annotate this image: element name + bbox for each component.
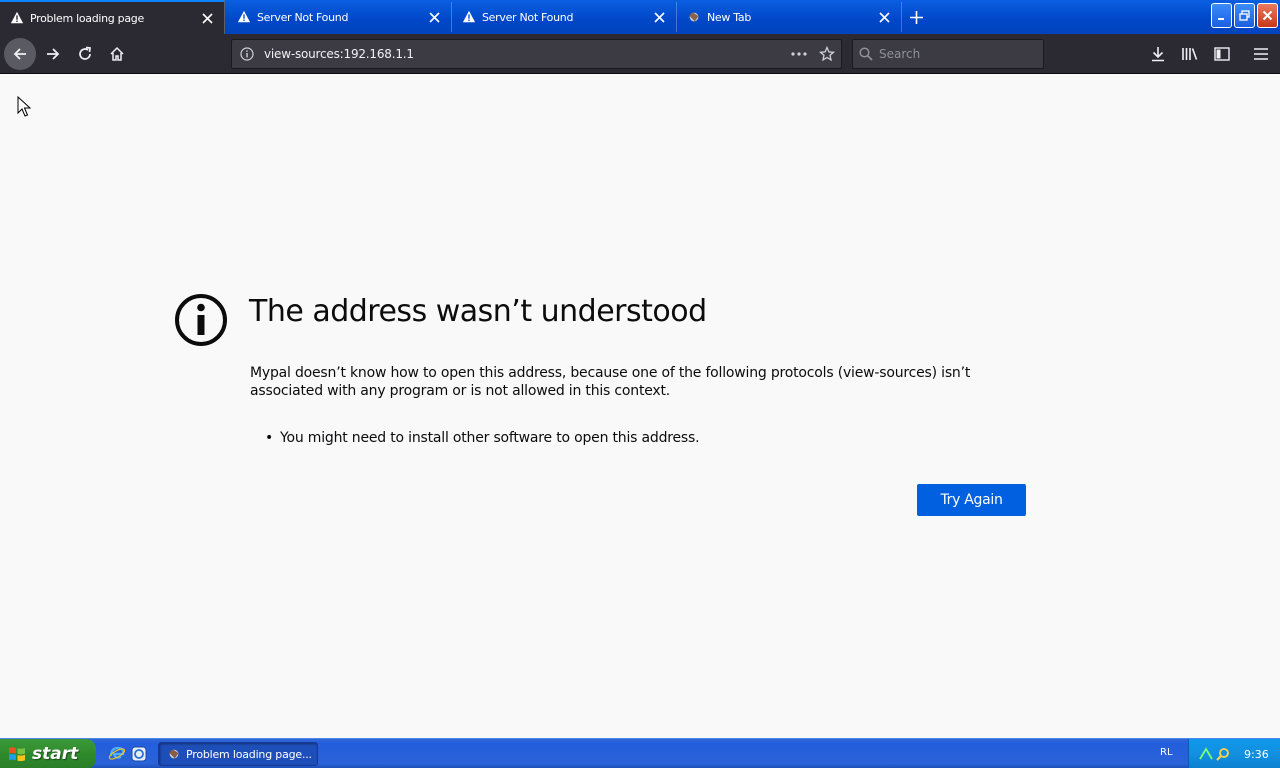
tab-label: Server Not Found xyxy=(257,10,349,24)
tab-label: Problem loading page xyxy=(30,11,144,25)
menu-button[interactable] xyxy=(1245,38,1277,70)
tab-server-not-found-1[interactable]: Server Not Found xyxy=(227,2,452,32)
hamburger-menu-icon xyxy=(1254,48,1268,60)
sidebar-button[interactable] xyxy=(1206,38,1238,70)
taskbar: start Problem loading page... RL 9:36 xyxy=(0,738,1280,768)
reload-icon xyxy=(79,46,91,60)
start-button[interactable]: start xyxy=(0,739,96,768)
close-tab-icon[interactable] xyxy=(200,11,214,25)
error-title: The address wasn’t understood xyxy=(249,294,707,329)
tab-new-tab[interactable]: New Tab xyxy=(677,2,902,32)
browser-logo-icon xyxy=(168,749,179,759)
home-icon xyxy=(110,46,124,61)
url-bar[interactable]: view-sources:192.168.1.1 xyxy=(231,39,842,69)
close-tab-icon[interactable] xyxy=(652,10,666,24)
home-button[interactable] xyxy=(101,38,133,70)
url-text[interactable]: view-sources:192.168.1.1 xyxy=(262,47,785,61)
try-again-button[interactable]: Try Again xyxy=(917,484,1026,516)
search-bar[interactable] xyxy=(852,39,1044,69)
tab-server-not-found-2[interactable]: Server Not Found xyxy=(452,2,677,32)
library-icon xyxy=(1182,48,1198,60)
tab-strip: Problem loading page Server Not Found Se… xyxy=(0,0,1280,34)
tab-label: Server Not Found xyxy=(482,10,574,24)
search-input[interactable] xyxy=(879,47,1039,61)
reload-button[interactable] xyxy=(69,38,101,70)
forward-arrow-icon xyxy=(47,48,60,60)
network-icon[interactable] xyxy=(1199,747,1213,761)
suggestion-item: You might need to install other software… xyxy=(265,430,700,446)
info-icon xyxy=(175,294,227,346)
warning-icon xyxy=(237,10,251,23)
tab-label: New Tab xyxy=(707,10,752,24)
mouse-cursor-icon xyxy=(17,96,31,117)
browser-quicklaunch-icon[interactable] xyxy=(130,745,148,763)
sidebar-icon xyxy=(1214,47,1230,61)
close-tab-icon[interactable] xyxy=(427,10,441,24)
site-info-icon[interactable] xyxy=(232,40,262,68)
search-tray-icon[interactable] xyxy=(1216,747,1230,761)
close-window-button[interactable] xyxy=(1257,3,1278,28)
close-tab-icon[interactable] xyxy=(877,10,891,24)
downloads-button[interactable] xyxy=(1142,38,1174,70)
search-icon xyxy=(859,47,873,61)
error-suggestions: You might need to install other software… xyxy=(265,430,700,446)
restore-button[interactable] xyxy=(1234,3,1255,28)
back-arrow-icon xyxy=(13,48,26,60)
windows-flag-icon xyxy=(9,747,25,762)
error-description: Mypal doesn’t know how to open this addr… xyxy=(250,365,971,399)
start-label: start xyxy=(32,744,79,764)
minimize-button[interactable] xyxy=(1211,3,1232,28)
taskbar-item-label: Problem loading page... xyxy=(186,747,312,761)
new-tab-button[interactable] xyxy=(904,5,928,29)
library-button[interactable] xyxy=(1174,38,1206,70)
back-button[interactable] xyxy=(4,38,36,70)
forward-button[interactable] xyxy=(37,38,69,70)
error-page: The address wasn’t understood Mypal does… xyxy=(0,74,1280,738)
bookmark-star-icon[interactable] xyxy=(813,40,841,68)
taskbar-item-browser[interactable]: Problem loading page... xyxy=(158,742,318,766)
clock: 9:36 xyxy=(1244,747,1269,761)
restore-icon xyxy=(1239,10,1250,21)
warning-icon xyxy=(10,11,24,24)
internet-explorer-icon[interactable] xyxy=(108,745,126,763)
plus-icon xyxy=(909,10,923,24)
language-indicator[interactable]: RL xyxy=(1160,747,1173,758)
warning-icon xyxy=(462,10,476,23)
tab-problem-loading[interactable]: Problem loading page xyxy=(0,0,225,34)
close-icon xyxy=(1262,10,1273,21)
minimize-icon xyxy=(1217,17,1224,20)
browser-logo-icon xyxy=(688,12,699,22)
system-tray: 9:36 xyxy=(1188,739,1280,768)
download-icon xyxy=(1152,47,1164,62)
nav-toolbar: view-sources:192.168.1.1 xyxy=(0,34,1280,74)
page-actions-icon[interactable] xyxy=(785,40,813,68)
